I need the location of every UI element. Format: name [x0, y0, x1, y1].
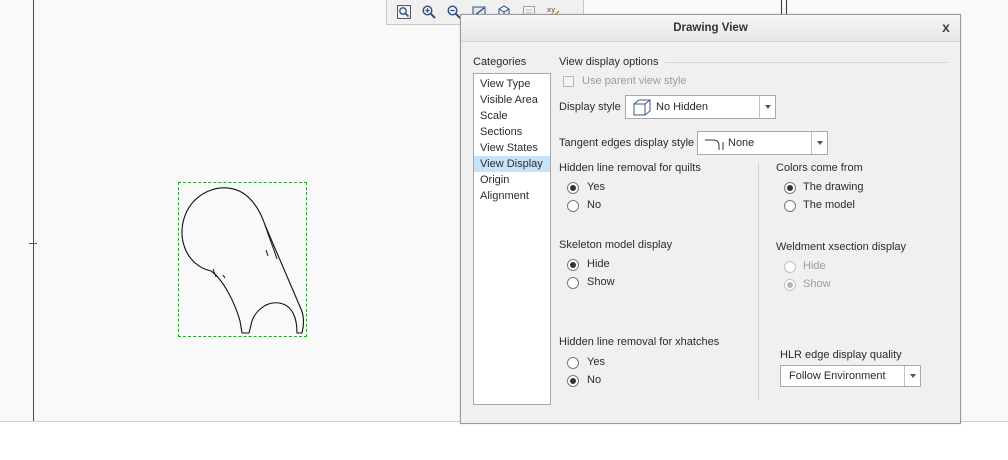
column-divider — [758, 163, 759, 401]
tangent-edge-icon — [698, 136, 724, 150]
skeleton-show-radio[interactable] — [567, 277, 579, 289]
origin-marker — [29, 243, 37, 244]
colors-model-label: The model — [803, 199, 855, 211]
weldment-hide-label: Hide — [803, 260, 826, 272]
category-view-type[interactable]: View Type — [474, 76, 550, 92]
colors-drawing-label: The drawing — [803, 181, 864, 193]
hlr-quilts-yes-label: Yes — [587, 181, 605, 193]
skeleton-show-label: Show — [587, 276, 615, 288]
hlr-xhatches-no-radio[interactable] — [567, 375, 579, 387]
section-divider — [665, 62, 948, 63]
tangent-edges-value: None — [728, 137, 755, 149]
hlr-quilts-label: Hidden line removal for quilts — [559, 162, 701, 174]
display-style-label: Display style — [559, 101, 621, 113]
hlr-quilts-yes-radio[interactable] — [567, 182, 579, 194]
hlr-xhatches-no-label: No — [587, 374, 602, 386]
hlr-quality-dropdown[interactable]: Follow Environment — [780, 365, 921, 387]
zoom-window-icon[interactable] — [393, 2, 414, 23]
hlr-xhatches-yes-radio[interactable] — [567, 357, 579, 369]
weldment-label: Weldment xsection display — [776, 241, 907, 253]
chevron-down-icon[interactable] — [904, 366, 920, 386]
category-view-states[interactable]: View States — [474, 140, 550, 156]
tangent-edges-dropdown[interactable]: None — [697, 131, 828, 155]
skeleton-hide-radio[interactable] — [567, 259, 579, 271]
colors-model-radio[interactable] — [784, 200, 796, 212]
weldment-show-radio[interactable] — [784, 279, 796, 291]
use-parent-style-label: Use parent view style — [582, 75, 687, 87]
categories-list: View Type Visible Area Scale Sections Vi… — [473, 73, 551, 405]
colors-drawing-radio[interactable] — [784, 182, 796, 194]
close-button[interactable]: x — [938, 19, 954, 35]
part-geometry — [181, 187, 304, 334]
hlr-xhatches-yes-label: Yes — [587, 356, 605, 368]
category-origin[interactable]: Origin — [474, 172, 550, 188]
sheet-border-line — [33, 0, 34, 421]
use-parent-style-checkbox[interactable] — [563, 76, 574, 87]
svg-text:xy: xy — [547, 6, 555, 14]
dialog-title: Drawing View — [673, 22, 748, 34]
colors-from-label: Colors come from — [776, 162, 863, 174]
drawing-view-dialog: Drawing View x Categories View Type Visi… — [460, 14, 961, 424]
chevron-down-icon[interactable] — [759, 96, 775, 118]
hlr-xhatches-label: Hidden line removal for xhatches — [559, 336, 720, 348]
category-view-display[interactable]: View Display — [474, 156, 550, 172]
category-sections[interactable]: Sections — [474, 124, 550, 140]
drawing-view-outline[interactable] — [178, 182, 307, 337]
hlr-quilts-no-radio[interactable] — [567, 200, 579, 212]
skeleton-hide-label: Hide — [587, 258, 610, 270]
hlr-quilts-no-label: No — [587, 199, 602, 211]
category-scale[interactable]: Scale — [474, 108, 550, 124]
category-alignment[interactable]: Alignment — [474, 188, 550, 204]
display-style-value: No Hidden — [656, 101, 708, 113]
skeleton-label: Skeleton model display — [559, 239, 673, 251]
zoom-in-icon[interactable] — [418, 2, 439, 23]
weldment-hide-radio[interactable] — [784, 261, 796, 273]
section-title: View display options — [559, 56, 659, 68]
dialog-titlebar[interactable]: Drawing View x — [461, 15, 960, 42]
no-hidden-icon — [626, 98, 652, 116]
chevron-down-icon[interactable] — [811, 132, 827, 154]
tangent-edges-label: Tangent edges display style — [559, 137, 695, 149]
hlr-quality-label: HLR edge display quality — [780, 349, 902, 361]
display-style-dropdown[interactable]: No Hidden — [625, 95, 776, 119]
categories-label: Categories — [473, 56, 527, 68]
weldment-show-label: Show — [803, 278, 831, 290]
hlr-quality-value: Follow Environment — [789, 370, 886, 382]
category-visible-area[interactable]: Visible Area — [474, 92, 550, 108]
